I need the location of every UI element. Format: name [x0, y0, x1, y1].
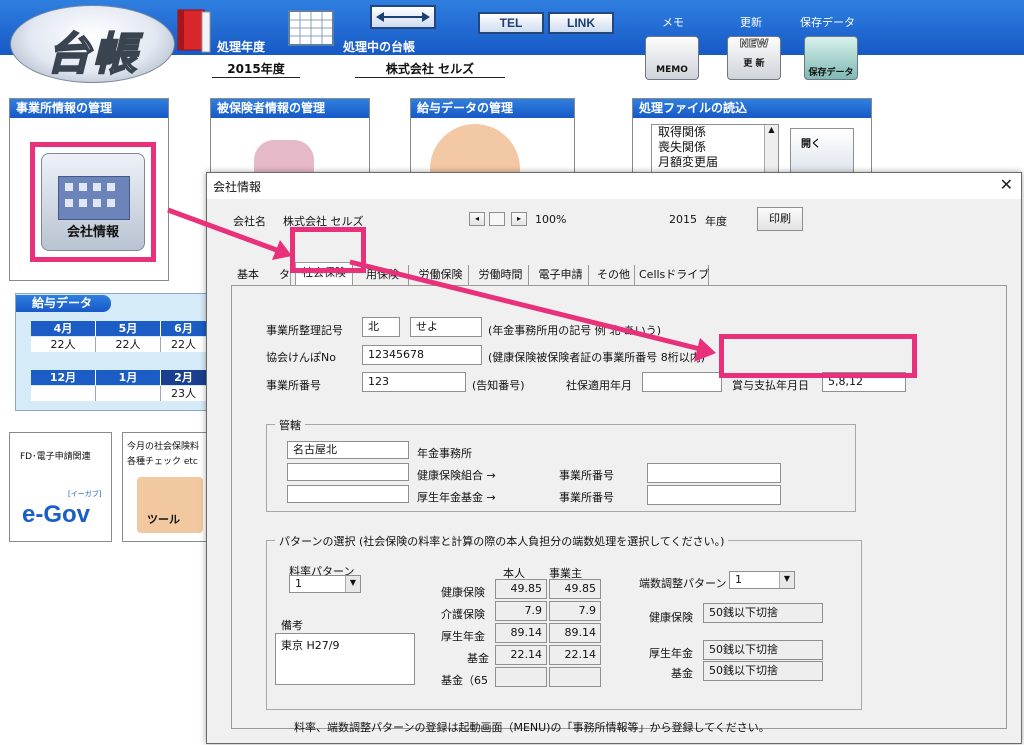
annotation-arrow-line: [167, 207, 283, 255]
highlight-social-insurance-tab: [290, 227, 366, 273]
annotation-arrow-line: [349, 259, 705, 353]
annotation-arrowhead: [694, 338, 716, 362]
highlight-bonus-date: [719, 334, 917, 378]
